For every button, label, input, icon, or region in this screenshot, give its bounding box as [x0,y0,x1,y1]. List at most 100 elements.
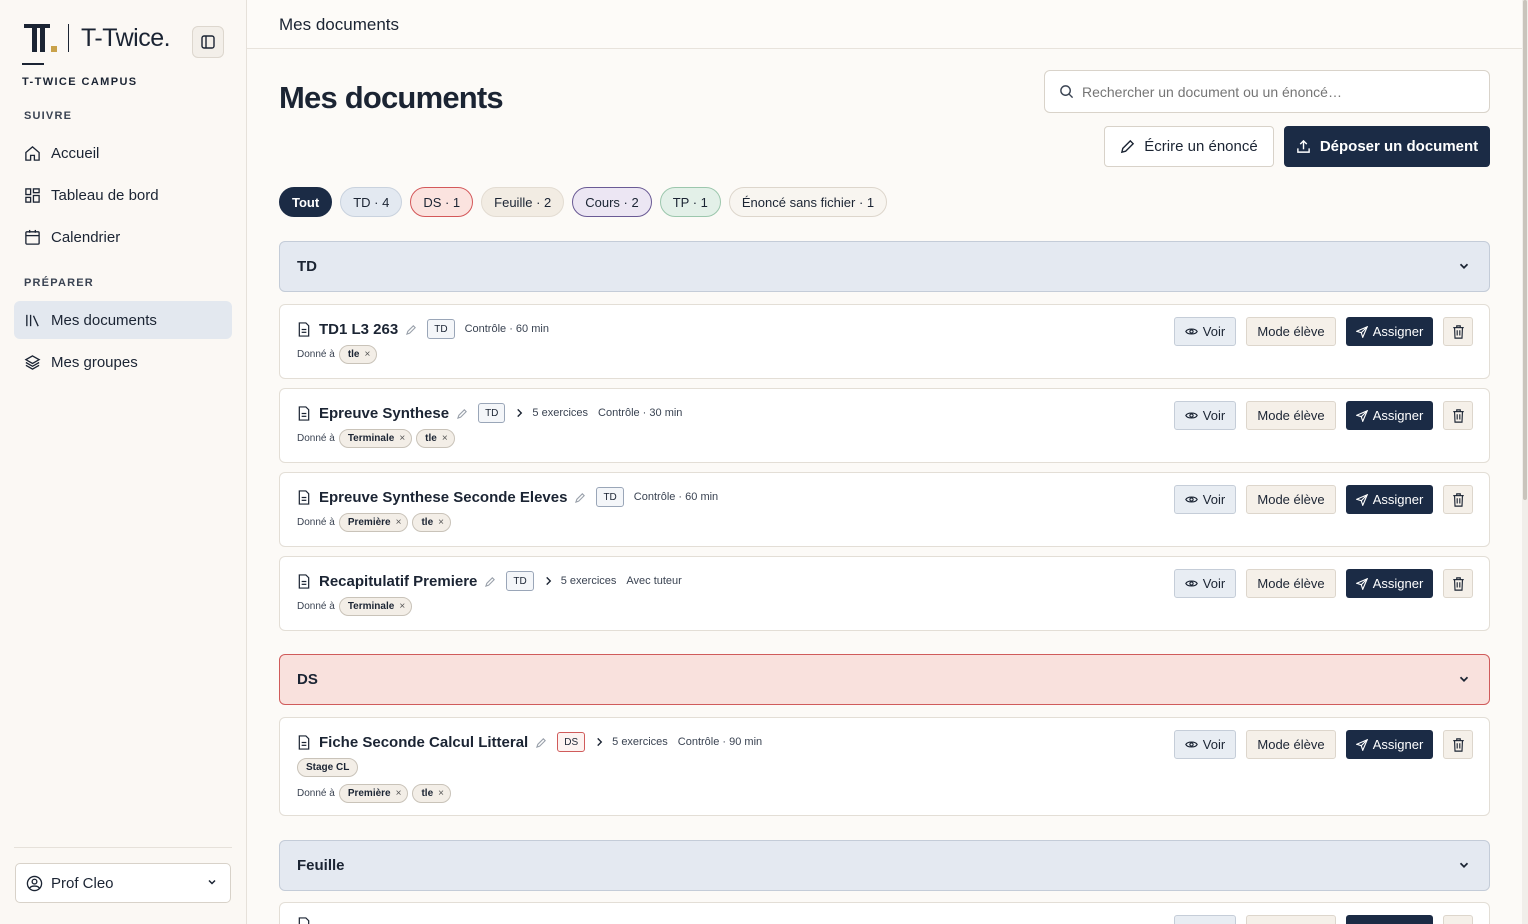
student-mode-button[interactable]: Mode élève [1246,730,1336,759]
document-meta: Contrôle · 30 min [598,407,683,419]
delete-button[interactable] [1443,317,1473,346]
assign-button[interactable]: Assigner [1346,485,1433,514]
document-actions [1174,915,1473,924]
search-box[interactable] [1044,70,1490,113]
remove-tag-icon[interactable]: × [364,349,370,360]
trash-icon [1452,324,1464,339]
exercises-toggle[interactable]: 5 exercices [544,575,616,587]
view-label: Voir [1202,324,1226,339]
student-mode-button[interactable]: Mode élève [1246,569,1336,598]
given-label: Donné à [297,433,335,444]
tag-label: tle [421,788,434,799]
campus-underline [22,63,44,65]
delete-button[interactable] [1443,569,1473,598]
document-title[interactable]: Epreuve Synthese [319,405,449,422]
tag-label: Première [347,788,391,799]
group-header-ds[interactable]: DS [279,654,1490,705]
delete-button[interactable] [1443,915,1473,924]
search-input[interactable] [1082,83,1462,100]
topbar-title: Mes documents [279,15,399,34]
send-icon [1355,409,1368,422]
filter-enonce[interactable]: Énoncé sans fichier · 1 [728,187,888,217]
sidebar-item-documents[interactable]: Mes documents [14,301,232,339]
sidebar-item-dashboard[interactable]: Tableau de bord [14,176,232,214]
document-meta: Contrôle · 90 min [677,736,763,748]
filter-tp[interactable]: TP · 1 [659,187,721,217]
assign-button[interactable]: Assigner [1346,401,1433,430]
remove-tag-icon[interactable]: × [399,601,405,612]
type-badge: TD [596,487,624,507]
view-button[interactable]: Voir [1174,485,1236,514]
remove-tag-icon[interactable]: × [399,433,405,444]
sidebar-item-groups[interactable]: Mes groupes [14,343,232,381]
edit-icon[interactable] [485,576,496,587]
remove-tag-icon[interactable]: × [438,788,444,799]
assign-button[interactable]: Assigner [1346,569,1433,598]
brand-logo[interactable]: T-Twice. [22,20,171,56]
remove-tag-icon[interactable]: × [438,517,444,528]
exercises-toggle[interactable]: 5 exercices [515,407,588,419]
library-icon [26,314,39,326]
edit-icon[interactable] [457,408,468,419]
assign-button[interactable] [1346,915,1433,924]
delete-button[interactable] [1443,485,1473,514]
collapse-sidebar-button[interactable] [192,26,224,58]
send-icon [1355,493,1368,506]
sidebar-item-accueil[interactable]: Accueil [14,134,232,172]
assign-button[interactable]: Assigner [1346,317,1433,346]
tag-label: tle [347,349,360,360]
document-title[interactable]: Epreuve Synthese Seconde Eleves [319,489,567,506]
document-title[interactable]: TD1 L3 263 [319,321,398,338]
filter-all[interactable]: Tout [279,187,333,217]
document-row: TD1 L3 263 TD Contrôle · 60 min Donné à … [279,304,1490,379]
edit-icon[interactable] [536,737,547,748]
group-title: Feuille [297,857,345,874]
group-header-feuille[interactable]: Feuille [279,840,1490,891]
exercises-toggle[interactable]: 5 exercices [595,736,668,748]
filter-ds[interactable]: DS · 1 [410,187,474,217]
dashboard-icon [25,187,40,203]
brand-name: T-Twice. [81,23,171,52]
sidebar: T-Twice. T-TWICE CAMPUS SUIVRE Accueil T… [0,0,247,924]
edit-icon[interactable] [575,492,586,503]
upload-document-button[interactable]: Déposer un document [1284,126,1490,167]
group-header-td[interactable]: TD [279,241,1490,292]
view-button[interactable]: Voir [1174,401,1236,430]
document-title[interactable]: Fiche Seconde Calcul Litteral [319,734,528,751]
filter-td[interactable]: TD · 4 [340,187,403,217]
view-button[interactable]: Voir [1174,317,1236,346]
scrollbar[interactable] [1522,0,1528,924]
view-label: Voir [1202,737,1226,752]
page-title: Mes documents [279,80,504,115]
assign-button[interactable]: Assigner [1346,730,1433,759]
document-title[interactable]: Recapitulatif Premiere [319,573,477,590]
delete-button[interactable] [1443,730,1473,759]
view-button[interactable]: Voir [1174,730,1236,759]
given-label: Donné à [297,349,335,360]
remove-tag-icon[interactable]: × [396,517,402,528]
delete-button[interactable] [1443,401,1473,430]
student-mode-button[interactable]: Mode élève [1246,485,1336,514]
student-mode-button[interactable]: Mode élève [1246,317,1336,346]
pencil-icon [1121,139,1135,154]
student-mode-button[interactable] [1246,915,1336,924]
scroll-thumb[interactable] [1523,0,1527,500]
remove-tag-icon[interactable]: × [442,433,448,444]
calendar-icon [25,229,40,245]
sidebar-item-calendar[interactable]: Calendrier [14,218,232,256]
view-button[interactable] [1174,915,1236,924]
filter-cours[interactable]: Cours · 2 [572,187,652,217]
write-statement-button[interactable]: Écrire un énoncé [1104,126,1274,167]
user-circle-icon [26,875,43,891]
send-icon [1355,325,1368,338]
student-mode-button[interactable]: Mode élève [1246,401,1336,430]
remove-tag-icon[interactable]: × [396,788,402,799]
profile-menu[interactable]: Prof Cleo [15,863,231,903]
assign-label: Assigner [1372,408,1424,423]
filter-feuille[interactable]: Feuille · 2 [481,187,565,217]
edit-icon[interactable] [406,324,417,335]
document-meta: Contrôle · 60 min [464,323,549,335]
assigned-groups: Donné à tle × [297,345,378,364]
view-button[interactable]: Voir [1174,569,1236,598]
chevron-down-icon [208,879,216,885]
